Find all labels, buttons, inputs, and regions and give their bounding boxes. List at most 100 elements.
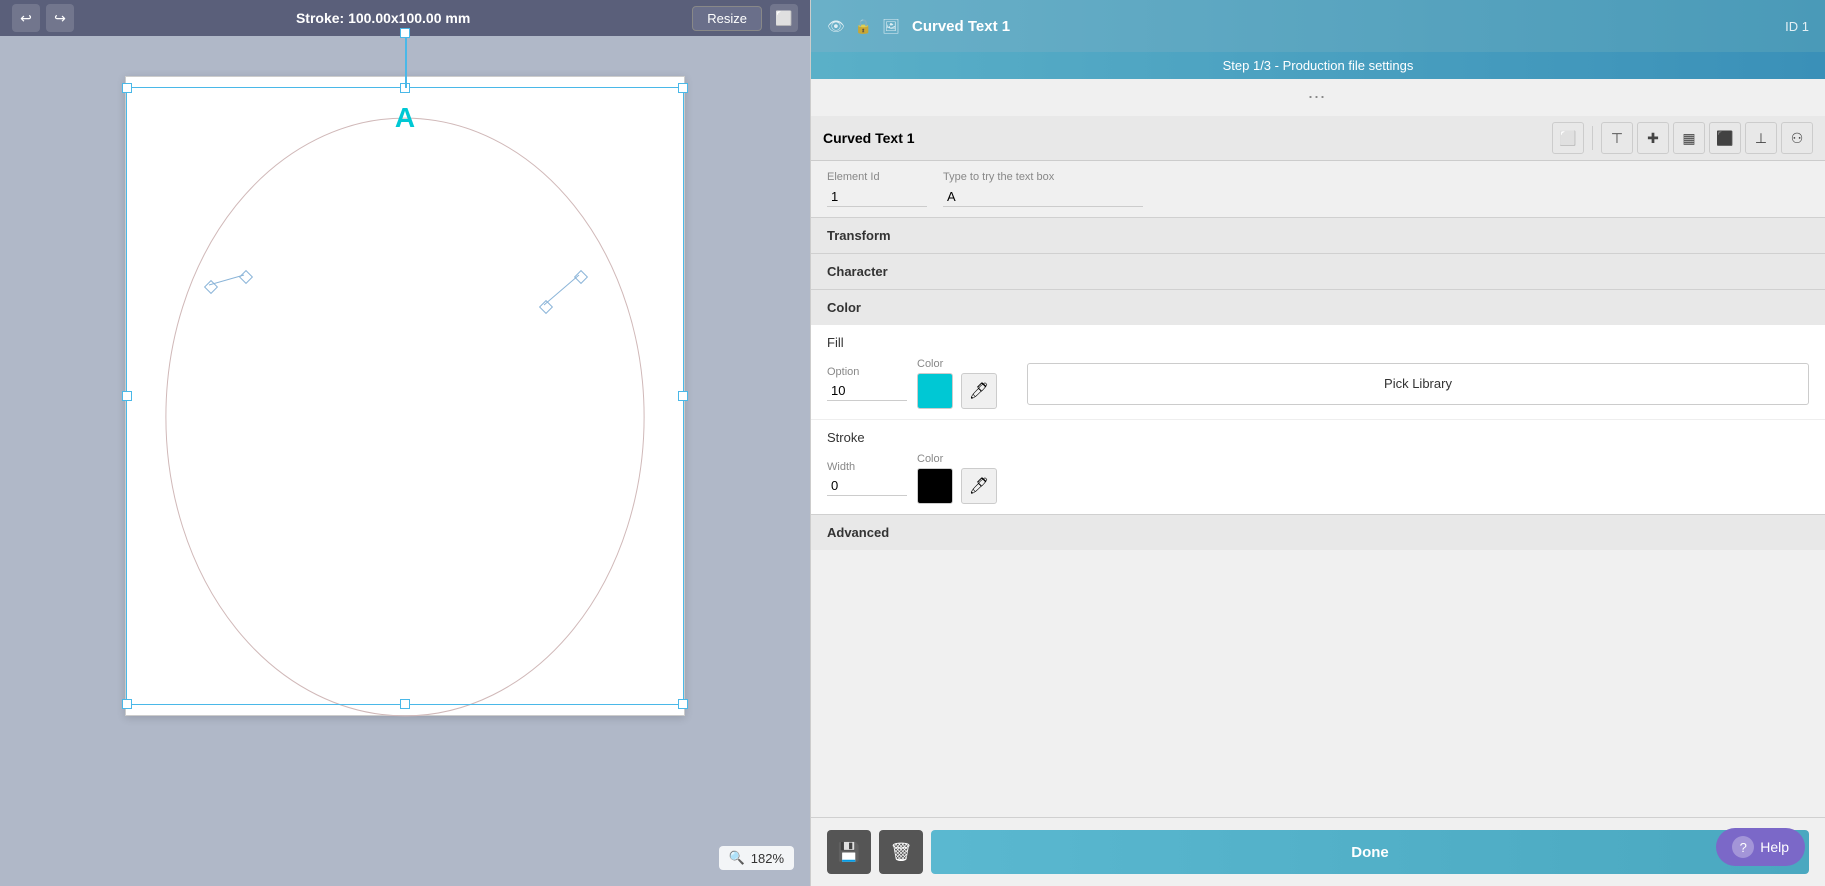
anchor-line: [405, 33, 407, 88]
save-button[interactable]: 💾: [827, 830, 871, 874]
topbar-title: Stroke: 100.00x100.00 mm: [74, 10, 692, 26]
text-field-input[interactable]: [943, 187, 1143, 207]
color-section-header[interactable]: Color: [811, 289, 1825, 325]
character-section[interactable]: Character: [811, 253, 1825, 289]
handle-bl: [122, 699, 132, 709]
stroke-color-controls: 🖊: [917, 468, 997, 504]
step-title: Step 1/3 - Production file settings: [1223, 58, 1414, 73]
help-circle-icon: ?: [1732, 836, 1754, 858]
fill-color-label: Color: [917, 358, 997, 370]
toolbar-icon-4[interactable]: ▦: [1673, 122, 1705, 154]
help-question-icon: ?: [1740, 840, 1747, 855]
toolbar-row: Curved Text 1 ⬜ ⊤ ✚ ▦ ⬛ ⊥ ⚇: [811, 116, 1825, 161]
stroke-eyedropper-icon: 🖊: [969, 476, 989, 496]
fill-label: Fill: [827, 335, 1809, 350]
stroke-eyedropper-button[interactable]: 🖊: [961, 468, 997, 504]
undo-button[interactable]: ↩: [12, 4, 40, 32]
control-point-3: [539, 300, 553, 314]
control-point-2: [239, 270, 253, 284]
panel-header-left: 👁 🔒 🖼 Curved Text 1: [827, 18, 1010, 35]
toolbar-divider-1: [1592, 126, 1593, 150]
stroke-color-label: Color: [917, 453, 997, 465]
canvas-area: ↩ ↪ Stroke: 100.00x100.00 mm Resize ⬜ A: [0, 0, 810, 886]
top-bar-left: ↩ ↪: [12, 4, 74, 32]
element-id-input[interactable]: [827, 187, 927, 207]
stroke-width-group: Width: [827, 461, 907, 496]
panel-dots: ⋯: [811, 79, 1825, 116]
stroke-section: Stroke Width Color 🖊: [811, 419, 1825, 514]
delete-icon: 🗑: [890, 842, 913, 863]
redo-icon: ↪: [54, 10, 66, 27]
handle-ml: [122, 391, 132, 401]
panel-body: Curved Text 1 ⬜ ⊤ ✚ ▦ ⬛ ⊥ ⚇ Element Id T…: [811, 116, 1825, 817]
curved-text-letter: A: [395, 102, 415, 134]
undo-icon: ↩: [20, 10, 32, 27]
panel-header: 👁 🔒 🖼 Curved Text 1 ID 1: [811, 0, 1825, 52]
arc-svg: [136, 97, 674, 717]
fill-eyedropper-button[interactable]: 🖊: [961, 373, 997, 409]
layout-icon: ⬜: [775, 10, 792, 27]
toolbar-icon-6[interactable]: ⊥: [1745, 122, 1777, 154]
advanced-section[interactable]: Advanced: [811, 514, 1825, 550]
lock-icon[interactable]: 🔒: [855, 18, 872, 35]
fill-color-row: Option Color 🖊 Pick Library: [827, 358, 1809, 409]
panel-header-right: ID 1: [1785, 19, 1809, 34]
pick-library-button[interactable]: Pick Library: [1027, 363, 1809, 405]
resize-button[interactable]: Resize: [692, 6, 762, 31]
fill-option-group: Option: [827, 366, 907, 401]
toolbar-icon-7[interactable]: ⚇: [1781, 122, 1813, 154]
stroke-color-swatch[interactable]: [917, 468, 953, 504]
handle-tl: [122, 83, 132, 93]
fill-color-group: Color 🖊: [917, 358, 997, 409]
help-label: Help: [1760, 839, 1789, 855]
panel-id: ID 1: [1785, 19, 1809, 34]
fill-color-swatch[interactable]: [917, 373, 953, 409]
top-bar-right: Resize ⬜: [692, 4, 798, 32]
panel-header-icons: 👁 🔒 🖼: [827, 18, 900, 35]
toolbar-label: Curved Text 1: [823, 130, 1548, 146]
top-bar: ↩ ↪ Stroke: 100.00x100.00 mm Resize ⬜: [0, 0, 810, 36]
transform-section[interactable]: Transform: [811, 217, 1825, 253]
step-header: Step 1/3 - Production file settings: [811, 52, 1825, 79]
stroke-color-row: Width Color 🖊: [827, 453, 1809, 504]
element-id-label: Element Id: [827, 171, 927, 183]
image-icon[interactable]: 🖼: [882, 18, 900, 35]
selection-box: [126, 87, 684, 705]
bezier-lines-svg: [126, 77, 684, 715]
zoom-value: 182%: [751, 851, 784, 866]
layout-icon-button[interactable]: ⬜: [770, 4, 798, 32]
toolbar-icon-5[interactable]: ⬛: [1709, 122, 1741, 154]
done-button[interactable]: Done: [931, 830, 1809, 874]
field-row: Element Id Type to try the text box: [811, 161, 1825, 217]
canvas-wrapper: A: [0, 36, 810, 886]
eye-icon[interactable]: 👁: [827, 18, 845, 35]
save-icon: 💾: [838, 842, 860, 863]
stroke-width-label: Width: [827, 461, 907, 473]
zoom-indicator: 🔍 182%: [719, 846, 794, 870]
toolbar-icon-1[interactable]: ⬜: [1552, 122, 1584, 154]
control-point-1: [204, 280, 218, 294]
handle-tr: [678, 83, 688, 93]
panel-footer: 💾 🗑 Done: [811, 817, 1825, 886]
eyedropper-icon: 🖊: [969, 381, 989, 401]
toolbar-icon-2[interactable]: ⊤: [1601, 122, 1633, 154]
handle-mr: [678, 391, 688, 401]
fill-section: Fill Option Color 🖊 Pick Library: [811, 325, 1825, 419]
toolbar-icon-3[interactable]: ✚: [1637, 122, 1669, 154]
fill-color-controls: 🖊: [917, 373, 997, 409]
delete-button[interactable]: 🗑: [879, 830, 923, 874]
right-panel: 👁 🔒 🖼 Curved Text 1 ID 1 Step 1/3 - Prod…: [810, 0, 1825, 886]
fill-option-input[interactable]: [827, 381, 907, 401]
stroke-width-input[interactable]: [827, 476, 907, 496]
stroke-label: Stroke: [827, 430, 1809, 445]
redo-button[interactable]: ↪: [46, 4, 74, 32]
handle-br: [678, 699, 688, 709]
handle-tm: [400, 83, 410, 93]
help-button[interactable]: ? Help: [1716, 828, 1805, 866]
panel-element-name: Curved Text 1: [912, 18, 1010, 35]
canvas-paper[interactable]: A: [125, 76, 685, 716]
zoom-icon: 🔍: [729, 850, 745, 866]
text-field-group: Type to try the text box: [943, 171, 1143, 207]
element-id-group: Element Id: [827, 171, 927, 207]
handle-bm: [400, 699, 410, 709]
